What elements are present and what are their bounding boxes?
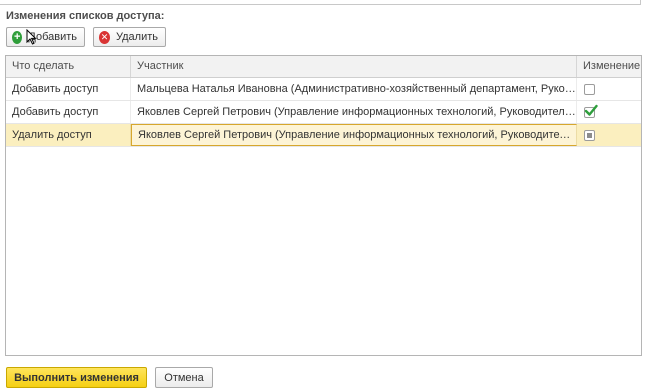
checkmark-icon — [584, 104, 598, 116]
execute-changes-button[interactable]: Выполнить изменения — [6, 367, 147, 388]
plus-icon: + — [12, 30, 23, 44]
delete-button[interactable]: ✕ Удалить — [93, 27, 166, 47]
add-button[interactable]: + Добавить — [6, 27, 85, 47]
column-header-action[interactable]: Что сделать — [6, 56, 131, 77]
access-changes-table[interactable]: Что сделать Участник Изменение Добавить … — [5, 55, 642, 356]
change-checkbox[interactable] — [584, 129, 595, 141]
change-checkbox[interactable] — [584, 83, 595, 95]
table-header: Что сделать Участник Изменение — [6, 56, 641, 78]
member-cell[interactable]: Мальцева Наталья Ивановна (Административ… — [131, 78, 577, 100]
table-row[interactable]: Добавить доступ Яковлев Сергей Петрович … — [6, 101, 641, 124]
action-cell[interactable]: Удалить доступ — [6, 124, 131, 146]
member-cell-focused[interactable]: Яковлев Сергей Петрович (Управление инфо… — [131, 124, 577, 146]
change-cell[interactable] — [577, 124, 641, 146]
column-header-member[interactable]: Участник — [131, 56, 577, 77]
change-cell[interactable] — [577, 101, 641, 123]
previous-section-frame — [0, 0, 641, 5]
column-header-change[interactable]: Изменение — [577, 56, 641, 77]
delete-button-label: Удалить — [116, 31, 158, 43]
change-checkbox[interactable] — [584, 104, 598, 118]
cancel-button[interactable]: Отмена — [155, 367, 213, 388]
change-cell[interactable] — [577, 78, 641, 100]
table-row[interactable]: Добавить доступ Мальцева Наталья Ивановн… — [6, 78, 641, 101]
section-title: Изменения списков доступа: — [6, 10, 165, 22]
mouse-cursor-icon — [26, 29, 37, 45]
action-cell[interactable]: Добавить доступ — [6, 78, 131, 100]
member-cell[interactable]: Яковлев Сергей Петрович (Управление инфо… — [131, 101, 577, 123]
table-row-selected[interactable]: Удалить доступ Яковлев Сергей Петрович (… — [6, 124, 641, 147]
delete-icon: ✕ — [99, 30, 110, 44]
action-cell[interactable]: Добавить доступ — [6, 101, 131, 123]
